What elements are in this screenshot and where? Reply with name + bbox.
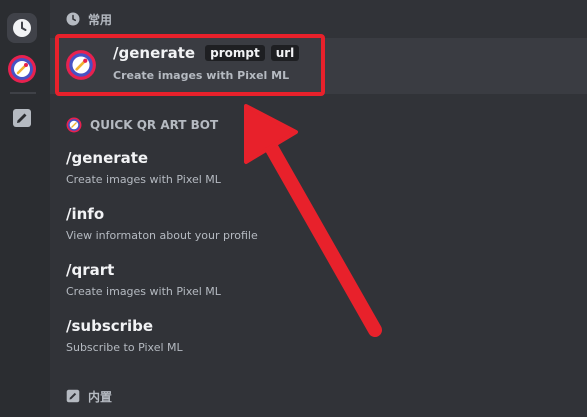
- command-description: Create images with Pixel ML: [66, 285, 221, 298]
- pencil-icon: [13, 109, 31, 127]
- command-description: Subscribe to Pixel ML: [66, 341, 183, 354]
- bot-avatar-icon: [8, 55, 36, 83]
- section-header-bot: QUICK QR ART BOT: [66, 115, 218, 135]
- command-name: /qrart: [66, 261, 115, 279]
- bot-avatar-icon: [66, 117, 82, 133]
- highlight-annotation-box: [55, 34, 325, 96]
- clock-icon: [13, 19, 31, 37]
- command-name: /info: [66, 205, 105, 223]
- section-title: 内置: [88, 389, 113, 404]
- section-title: QUICK QR ART BOT: [90, 118, 219, 132]
- command-name: /generate: [66, 149, 149, 167]
- command-description: View informaton about your profile: [66, 229, 258, 242]
- rail-recent-button[interactable]: [7, 13, 37, 43]
- command-category-rail: [0, 0, 50, 417]
- rail-bot-button[interactable]: [7, 54, 37, 84]
- command-item-qrart[interactable]: /qrart Create images with Pixel ML: [66, 261, 221, 298]
- section-header-recent: 常用: [66, 9, 112, 29]
- command-description: Create images with Pixel ML: [66, 173, 221, 186]
- command-item-subscribe[interactable]: /subscribe Subscribe to Pixel ML: [66, 317, 183, 354]
- command-list: 常用 /generate prompt url Create images wi…: [50, 0, 587, 417]
- pencil-icon: [66, 389, 80, 403]
- command-item-generate[interactable]: /generate Create images with Pixel ML: [66, 149, 221, 186]
- command-name: /subscribe: [66, 317, 154, 335]
- rail-divider: [10, 92, 36, 94]
- command-item-info[interactable]: /info View informaton about your profile: [66, 205, 258, 242]
- section-title: 常用: [88, 12, 113, 27]
- rail-builtin-button[interactable]: [7, 103, 37, 133]
- clock-icon: [66, 12, 80, 26]
- section-header-builtin: 内置: [66, 386, 112, 406]
